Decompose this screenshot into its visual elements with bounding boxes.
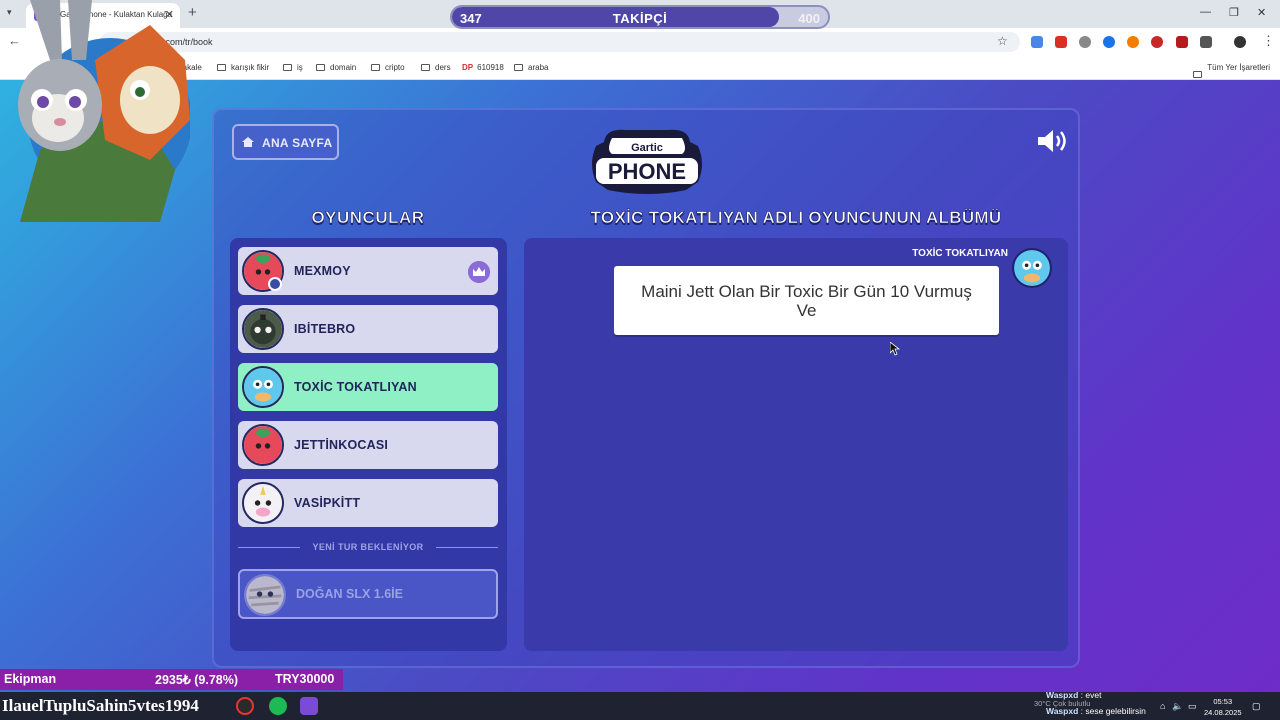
player-row[interactable]: MEXMOY — [238, 247, 498, 295]
mouse-cursor-icon — [890, 342, 900, 356]
profile-avatar[interactable] — [1234, 36, 1246, 48]
weather-text: 30°C Çok bulutlu — [1034, 699, 1091, 708]
pdf-extension-icon[interactable] — [1055, 36, 1067, 48]
ticker-target: TRY30000 — [275, 672, 335, 686]
player-name: MEXMOY — [294, 264, 351, 278]
home-button[interactable]: ANA SAYFA — [232, 124, 339, 160]
spotify-icon[interactable] — [269, 697, 287, 715]
album-author-name: TOXİC TOKATLIYAN — [912, 248, 1008, 259]
speaker-icon[interactable] — [1036, 128, 1070, 154]
browser-menu-icon[interactable]: ⋮ — [1262, 33, 1275, 49]
follower-label: TAKİPÇİ — [612, 11, 668, 26]
waiting-player-name: DOĞAN SLX 1.6İE — [296, 587, 403, 601]
logo-top-text: Gartic — [631, 142, 663, 154]
folder-icon — [421, 64, 430, 71]
player-name: JETTİNKOCASI — [294, 438, 389, 452]
logo-bottom-text: PHONE — [608, 159, 686, 184]
player-name: IBİTEBRO — [294, 322, 356, 336]
waiting-player-row[interactable]: DOĞAN SLX 1.6İE — [238, 569, 498, 619]
player-row[interactable]: VASİPKİTT — [238, 479, 498, 527]
minimize-icon[interactable]: — — [1200, 6, 1211, 18]
strawberry-avatar — [242, 424, 284, 466]
extension-icon[interactable] — [1103, 36, 1115, 48]
webcam-character-overlay — [18, 0, 190, 222]
bookmark-item[interactable]: araba — [514, 63, 548, 72]
bomb-avatar — [242, 308, 284, 350]
bookmark-item[interactable]: DP 610918 — [462, 63, 504, 72]
home-button-label: ANA SAYFA — [262, 136, 333, 150]
folder-icon — [371, 64, 380, 71]
waiting-divider: YENİ TUR BEKLENİYOR — [238, 540, 498, 554]
extension-icon[interactable] — [1127, 36, 1139, 48]
obs-icon[interactable] — [236, 697, 254, 715]
taskbar-clock[interactable]: 05:53 24.08.2025 — [1204, 696, 1242, 718]
translate-extension-icon[interactable] — [1031, 36, 1043, 48]
ticker-name: Ekipman — [4, 672, 57, 686]
unicorn-avatar — [242, 482, 284, 524]
extension-icon[interactable] — [1079, 36, 1091, 48]
extension-icon[interactable] — [1176, 36, 1188, 48]
extension-icon[interactable] — [1151, 36, 1163, 48]
donation-ticker: Ekipman 2935₺ (9.78%) TRY30000 — [0, 669, 343, 690]
extensions-puzzle-icon[interactable] — [1200, 36, 1212, 48]
volume-icon[interactable]: 🔈 — [1172, 701, 1183, 712]
bookmark-item[interactable]: domain — [316, 63, 356, 72]
battery-icon[interactable]: ▭ — [1188, 701, 1197, 712]
folder-icon — [514, 64, 523, 71]
dp-icon: DP — [462, 63, 474, 72]
home-icon — [242, 137, 254, 147]
player-row-active[interactable]: TOXİC TOKATLIYAN — [238, 363, 498, 411]
player-name: TOXİC TOKATLIYAN — [294, 380, 417, 394]
user-badge-icon — [268, 277, 282, 291]
ticker-change: 2935₺ (9.78%) — [155, 673, 239, 687]
bookmark-item[interactable]: cripto — [371, 63, 405, 72]
player-row[interactable]: JETTİNKOCASI — [238, 421, 498, 469]
crown-icon — [468, 261, 490, 283]
folder-icon — [283, 64, 292, 71]
address-bar[interactable]: garticphone.com/tr/book — [100, 32, 1020, 52]
gartic-taskbar-icon[interactable] — [300, 697, 318, 715]
bookmark-item[interactable]: iş — [283, 63, 303, 72]
bookmark-item[interactable]: ders — [421, 63, 451, 72]
all-bookmarks[interactable]: Tüm Yer İşaretleri — [1193, 63, 1270, 78]
players-title: OYUNCULAR — [311, 208, 425, 228]
album-text-card: Maini Jett Olan Bir Toxic Bir Gün 10 Vur… — [614, 266, 999, 335]
album-title: TOXİC TOKATLIYAN ADLI OYUNCUNUN ALBÜMÜ — [590, 208, 1002, 228]
gartic-phone-logo: Gartic PHONE — [592, 129, 702, 194]
bookmark-star-icon[interactable]: ☆ — [997, 34, 1008, 48]
follower-goal: 400 — [798, 11, 820, 26]
folder-icon — [217, 64, 226, 71]
player-name: VASİPKİTT — [294, 496, 361, 510]
notification-icon[interactable]: ▢ — [1252, 701, 1261, 712]
browser-toolbar: ← garticphone.com/tr/book ☆ ⋮ — [0, 28, 1280, 56]
blue-blob-avatar — [242, 366, 284, 408]
players-list: MEXMOY IBİTEBRO TOXİC TOKATLIYAN JETTİNK… — [230, 238, 507, 651]
network-icon[interactable]: ⌂ — [1160, 701, 1165, 711]
folder-icon — [316, 64, 325, 71]
blue-blob-avatar — [1012, 248, 1052, 288]
follower-goal-bar: 347 TAKİPÇİ 400 — [450, 5, 830, 29]
window-close-icon[interactable]: ✕ — [1257, 6, 1266, 19]
mummy-avatar — [244, 574, 286, 616]
bookmark-item[interactable]: karışık fikir — [217, 63, 269, 72]
scrolling-name-text: IlauelTupluSahin5vtes1994 — [2, 696, 199, 715]
player-row[interactable]: IBİTEBRO — [238, 305, 498, 353]
restore-icon[interactable]: ❐ — [1229, 6, 1239, 19]
bookmarks-bar: makale karışık fikir iş domain cripto de… — [0, 56, 1280, 80]
folder-icon — [1193, 71, 1203, 78]
